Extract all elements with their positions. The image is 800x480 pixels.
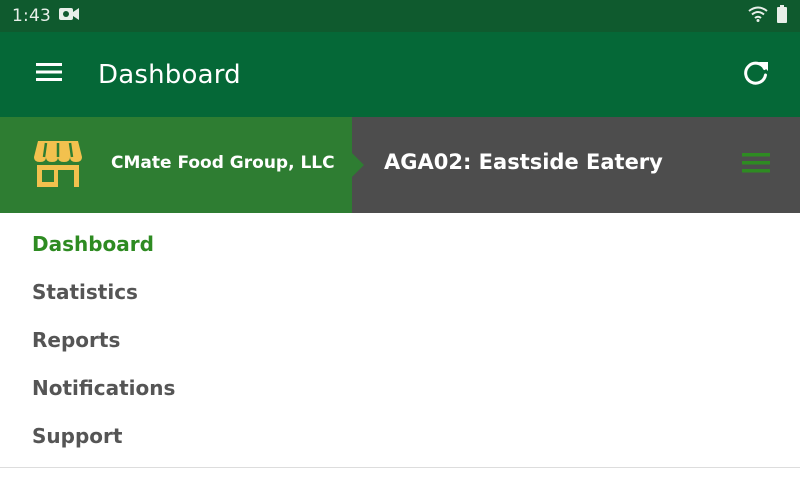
- company-name: CMate Food Group, LLC: [111, 153, 335, 173]
- battery-icon: [776, 4, 788, 28]
- video-recording-icon: [58, 7, 79, 26]
- status-time: 1:43: [12, 6, 51, 26]
- hamburger-menu-icon: [36, 63, 62, 86]
- hamburger-menu-button[interactable]: [0, 32, 98, 117]
- location-bar: CMate Food Group, LLC AGA02: Eastside Ea…: [0, 117, 800, 213]
- app-bar: Dashboard: [0, 32, 800, 117]
- site-name: AGA02: Eastside Eatery: [384, 150, 663, 174]
- page-title: Dashboard: [98, 59, 241, 90]
- wifi-icon: [748, 6, 768, 27]
- refresh-icon: [742, 58, 770, 91]
- storefront-icon: [32, 139, 84, 189]
- refresh-button[interactable]: [740, 58, 772, 90]
- nav-item-notifications[interactable]: Notifications: [0, 364, 800, 412]
- hamburger-menu-icon: [742, 153, 770, 178]
- company-selector[interactable]: CMate Food Group, LLC: [0, 117, 364, 213]
- status-left: 1:43: [12, 6, 79, 26]
- status-bar: 1:43: [0, 0, 800, 32]
- nav-list: Dashboard Statistics Reports Notificatio…: [0, 220, 800, 460]
- nav-item-dashboard[interactable]: Dashboard: [0, 220, 800, 268]
- status-right: [748, 4, 788, 28]
- nav-item-statistics[interactable]: Statistics: [0, 268, 800, 316]
- divider: [0, 467, 800, 468]
- nav-item-reports[interactable]: Reports: [0, 316, 800, 364]
- nav-item-support[interactable]: Support: [0, 412, 800, 460]
- site-menu-button[interactable]: [742, 152, 770, 176]
